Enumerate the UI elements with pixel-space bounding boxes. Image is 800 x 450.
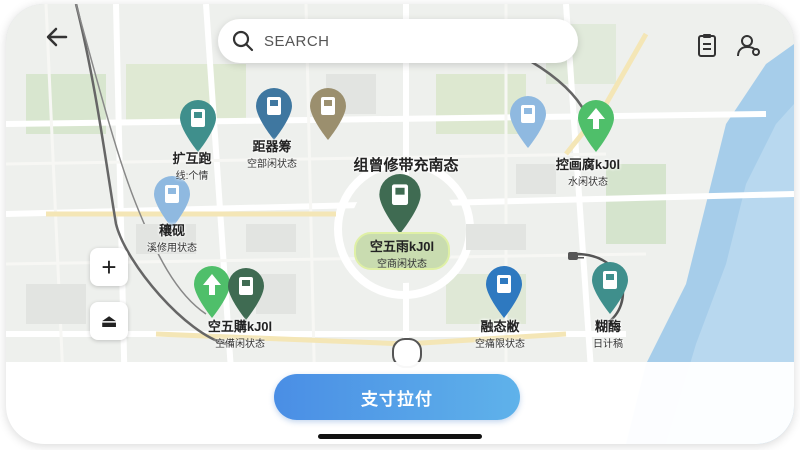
phone-frame: 扩互跑 线:个情 距器筹 空部闲状态 控画腐kJ0l 水闲状态 穰砚 溪修用状态 空五購… xyxy=(6,4,794,444)
station-pin-9[interactable] xyxy=(484,266,524,320)
station-pin-1[interactable] xyxy=(178,100,218,154)
station-label-2: 距器筹 空部闲状态 xyxy=(247,139,297,170)
station-pin-center[interactable] xyxy=(376,174,424,236)
station-label-5: 控画腐kJ0l 水闲状态 xyxy=(555,157,621,188)
station-pin-10[interactable] xyxy=(590,262,630,316)
station-pin-3[interactable] xyxy=(308,88,348,142)
station-pin-8[interactable] xyxy=(226,268,266,322)
search-icon xyxy=(232,30,254,52)
layers-button[interactable]: ⏏ xyxy=(90,302,128,340)
user-settings-icon[interactable] xyxy=(736,32,762,58)
center-station-title: 组曾修带充南态 xyxy=(353,157,459,174)
zoom-in-button[interactable]: + xyxy=(90,248,128,286)
search-bar[interactable] xyxy=(218,19,578,63)
home-indicator[interactable] xyxy=(318,434,482,439)
plug-icon xyxy=(568,252,584,260)
station-label-10: 糊酶 日计稿 xyxy=(593,319,623,350)
station-pin-4[interactable] xyxy=(508,96,548,150)
station-pin-2[interactable] xyxy=(254,88,294,142)
arrow-left-icon[interactable] xyxy=(42,22,72,52)
search-input[interactable] xyxy=(262,31,556,51)
station-label-1: 扩互跑 线:个情 xyxy=(172,151,212,182)
station-label-6: 穰砚 溪修用状态 xyxy=(147,223,197,254)
station-pin-5[interactable] xyxy=(576,100,616,154)
bottom-panel: 支寸拉付 xyxy=(6,362,794,444)
top-bar xyxy=(6,4,794,84)
station-label-8: 空五購kJ0l 空備闲状态 xyxy=(207,319,273,350)
center-station-bubble[interactable]: 空五雨kJ0l 空商闲状态 xyxy=(354,232,450,270)
pay-button[interactable]: 支寸拉付 xyxy=(274,374,520,420)
clipboard-icon[interactable] xyxy=(694,32,720,58)
station-label-9: 融态敝 空痛限状态 xyxy=(475,319,525,350)
